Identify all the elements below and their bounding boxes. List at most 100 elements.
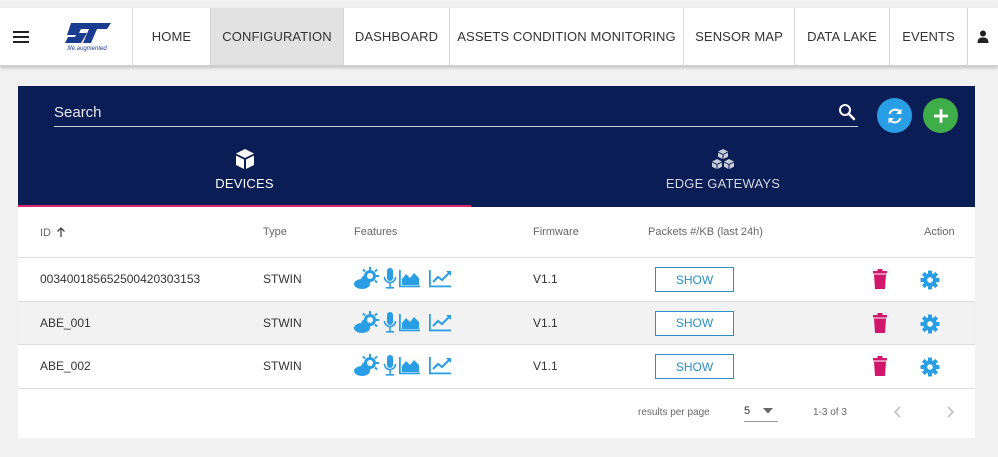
col-firmware-header: Firmware xyxy=(533,226,579,238)
nav-home-label: HOME xyxy=(151,29,192,44)
user-menu[interactable] xyxy=(967,8,997,65)
show-packets-button[interactable]: SHOW xyxy=(655,310,734,336)
main-nav: HOME CONFIGURATION DASHBOARD ASSETS COND… xyxy=(132,8,967,65)
previous-page-button[interactable] xyxy=(893,405,903,424)
delete-device-button[interactable] xyxy=(873,356,887,381)
device-settings-button[interactable] xyxy=(920,314,940,339)
results-per-page-select[interactable]: 5 xyxy=(744,400,778,422)
line-chart-icon xyxy=(429,313,451,331)
table-row[interactable]: 003400185652500420303153 STWIN V1.1 SHOW xyxy=(18,258,975,302)
trash-icon xyxy=(873,356,887,376)
nav-data-lake[interactable]: DATA LAKE xyxy=(794,8,889,65)
device-firmware: V1.1 xyxy=(533,359,558,373)
device-firmware: V1.1 xyxy=(533,315,558,330)
menu-button[interactable] xyxy=(0,8,42,65)
area-chart-icon xyxy=(399,357,420,375)
cube-icon xyxy=(235,149,254,169)
feature-icons xyxy=(353,267,455,291)
next-page-button[interactable] xyxy=(945,405,955,424)
nav-data-lake-label: DATA LAKE xyxy=(807,29,877,44)
device-type: STWIN xyxy=(263,359,302,373)
device-id: ABE_002 xyxy=(40,359,91,373)
area-chart-icon xyxy=(399,313,420,331)
devices-card: DEVICES EDGE GATEWAYS ID xyxy=(18,86,975,438)
show-packets-button[interactable]: SHOW xyxy=(655,354,734,379)
gear-icon xyxy=(920,357,940,377)
table-body: 003400185652500420303153 STWIN V1.1 SHOW… xyxy=(18,258,975,389)
col-type-header: Type xyxy=(263,226,287,238)
nav-configuration[interactable]: CONFIGURATION xyxy=(210,8,343,65)
add-device-button[interactable] xyxy=(923,98,958,133)
results-per-page-label: results per page xyxy=(638,407,710,418)
microphone-icon xyxy=(383,311,397,333)
microphone-icon xyxy=(383,268,397,289)
feature-icons xyxy=(353,354,455,378)
delete-device-button[interactable] xyxy=(873,312,887,338)
col-id-header[interactable]: ID xyxy=(40,226,66,239)
refresh-icon xyxy=(888,108,901,123)
plus-icon xyxy=(933,108,948,123)
trash-icon xyxy=(873,269,887,289)
chevron-down-icon xyxy=(763,408,773,414)
table-row[interactable]: ABE_002 STWIN V1.1 SHOW xyxy=(18,345,975,389)
nav-dashboard-label: DASHBOARD xyxy=(354,29,439,44)
device-settings-button[interactable] xyxy=(920,270,940,295)
col-id-label: ID xyxy=(40,227,51,239)
st-logo[interactable]: life.augmented xyxy=(42,8,132,65)
feature-icons xyxy=(353,310,455,335)
pagination: results per page 5 1-3 of 3 xyxy=(18,388,975,438)
nav-events[interactable]: EVENTS xyxy=(889,8,967,65)
col-packets-header: Packets #/KB (last 24h) xyxy=(648,226,763,238)
results-per-page-value: 5 xyxy=(744,405,751,417)
weather-sensor-icon xyxy=(354,310,379,333)
device-type: STWIN xyxy=(263,272,302,286)
area-chart-icon xyxy=(399,270,420,288)
tab-edge-gateways[interactable]: EDGE GATEWAYS xyxy=(471,148,975,207)
device-settings-button[interactable] xyxy=(920,357,940,382)
weather-sensor-icon xyxy=(354,354,379,376)
logo-tagline: life.augmented xyxy=(67,46,107,52)
col-action-header: Action xyxy=(924,226,955,238)
tab-devices[interactable]: DEVICES xyxy=(18,148,471,207)
nav-assets-condition-monitoring[interactable]: ASSETS CONDITION MONITORING xyxy=(449,8,683,65)
show-packets-button[interactable]: SHOW xyxy=(655,267,734,292)
user-icon xyxy=(977,30,988,43)
table-header-row: ID Type Features Firmware Packets #/KB (… xyxy=(18,207,975,258)
gear-icon xyxy=(920,270,940,290)
table-row[interactable]: ABE_001 STWIN V1.1 SHOW xyxy=(18,301,975,345)
search-icon[interactable] xyxy=(838,103,856,126)
refresh-button[interactable] xyxy=(877,98,912,133)
weather-sensor-icon xyxy=(354,267,379,289)
line-chart-icon xyxy=(429,357,451,375)
chevron-right-icon xyxy=(947,406,955,418)
col-features-header: Features xyxy=(354,226,398,238)
device-id: 003400185652500420303153 xyxy=(40,272,201,286)
tab-edge-gateways-label: EDGE GATEWAYS xyxy=(665,176,781,191)
page-range: 1-3 of 3 xyxy=(813,407,847,418)
top-navigation-bar: life.augmented HOME CONFIGURATION DASHBO… xyxy=(0,8,998,66)
nav-assets-label: ASSETS CONDITION MONITORING xyxy=(457,29,676,44)
trash-icon xyxy=(873,312,887,333)
nav-home[interactable]: HOME xyxy=(132,8,210,65)
chevron-left-icon xyxy=(893,406,901,418)
devices-table: ID Type Features Firmware Packets #/KB (… xyxy=(18,207,975,389)
search-input[interactable] xyxy=(54,100,824,124)
hamburger-icon xyxy=(13,30,29,43)
device-firmware: V1.1 xyxy=(533,272,558,286)
tab-devices-label: DEVICES xyxy=(215,176,274,191)
card-header: DEVICES EDGE GATEWAYS xyxy=(18,86,975,207)
delete-device-button[interactable] xyxy=(873,269,887,294)
microphone-icon xyxy=(383,355,397,376)
search-field xyxy=(54,100,858,127)
nav-events-label: EVENTS xyxy=(902,29,955,44)
device-id: ABE_001 xyxy=(40,315,91,330)
nav-configuration-label: CONFIGURATION xyxy=(222,29,332,44)
nav-dashboard[interactable]: DASHBOARD xyxy=(343,8,449,65)
nav-sensor-map-label: SENSOR MAP xyxy=(695,29,783,44)
st-logo-icon xyxy=(65,23,111,43)
line-chart-icon xyxy=(429,270,451,288)
nav-sensor-map[interactable]: SENSOR MAP xyxy=(683,8,794,65)
sort-ascending-icon xyxy=(57,227,66,237)
cubes-icon xyxy=(712,149,734,169)
gear-icon xyxy=(920,314,940,333)
